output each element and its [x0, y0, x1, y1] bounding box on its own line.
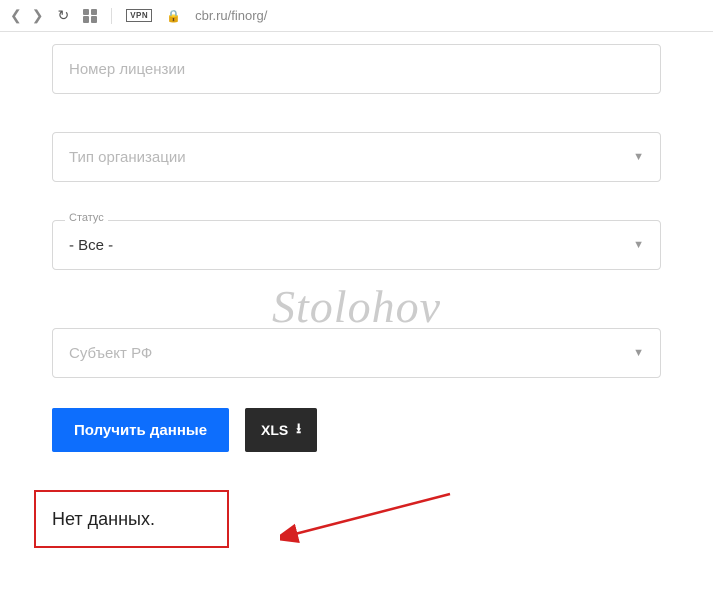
back-button[interactable]: ❮	[10, 7, 22, 24]
lock-icon: 🔒	[166, 9, 181, 23]
submit-button[interactable]: Получить данные	[52, 408, 229, 452]
no-data-message: Нет данных.	[34, 490, 229, 548]
browser-toolbar: ❮ ❯ ↻ VPN 🔒 cbr.ru/finorg/	[0, 0, 713, 32]
export-xls-button[interactable]: XLS ⭳	[245, 408, 317, 452]
status-value: - Все -	[69, 237, 633, 254]
extensions-icon[interactable]	[83, 9, 97, 23]
status-label: Статус	[65, 212, 108, 224]
subject-placeholder: Субъект РФ	[69, 345, 633, 362]
org-type-select[interactable]: Тип организации ▼	[52, 132, 661, 182]
chevron-down-icon: ▼	[633, 151, 644, 163]
status-select[interactable]: Статус - Все - ▼	[52, 220, 661, 270]
vpn-badge[interactable]: VPN	[126, 9, 152, 22]
chevron-down-icon: ▼	[633, 239, 644, 251]
forward-button[interactable]: ❯	[32, 7, 44, 24]
subject-select[interactable]: Субъект РФ ▼	[52, 328, 661, 378]
org-type-placeholder: Тип организации	[69, 149, 633, 166]
chevron-down-icon: ▼	[633, 347, 644, 359]
license-input[interactable]	[69, 61, 644, 78]
license-field[interactable]	[52, 44, 661, 94]
toolbar-divider	[111, 8, 112, 24]
download-icon: ⭳	[296, 418, 301, 442]
export-label: XLS	[261, 422, 288, 438]
annotation-arrow-icon	[280, 484, 460, 564]
address-url[interactable]: cbr.ru/finorg/	[195, 8, 267, 23]
reload-button[interactable]: ↻	[57, 7, 69, 24]
watermark-text: Stolohov	[272, 280, 441, 333]
